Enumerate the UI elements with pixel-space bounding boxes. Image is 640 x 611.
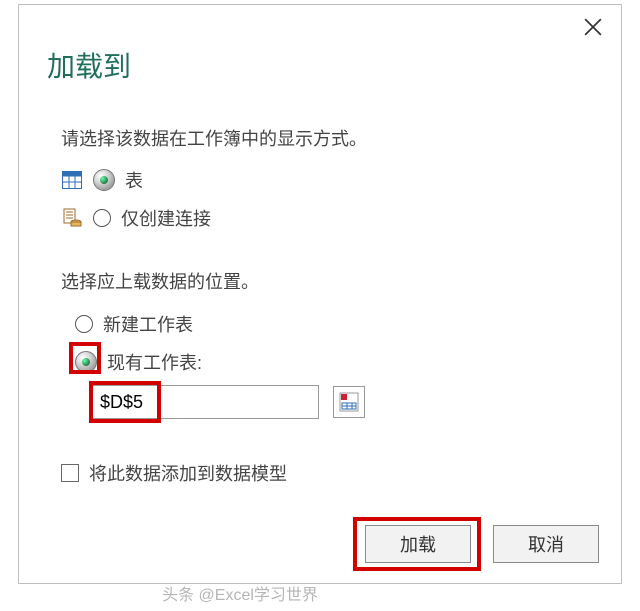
range-picker-icon (339, 392, 359, 412)
table-radio[interactable] (93, 169, 115, 191)
existing-sheet-radio[interactable] (75, 351, 97, 373)
new-sheet-radio[interactable] (75, 315, 93, 333)
display-mode-prompt: 请选择该数据在工作簿中的显示方式。 (61, 125, 367, 151)
add-to-model-row[interactable]: 将此数据添加到数据模型 (61, 460, 287, 486)
option-table-label: 表 (125, 167, 143, 193)
option-existing-sheet-row[interactable]: 现有工作表: (75, 349, 202, 375)
add-to-model-label: 将此数据添加到数据模型 (89, 460, 287, 486)
close-icon (584, 18, 602, 36)
watermark-text: 头条 @Excel学习世界 (0, 581, 480, 605)
option-existing-sheet-label: 现有工作表: (107, 349, 202, 375)
option-new-sheet-label: 新建工作表 (103, 311, 193, 337)
close-button[interactable] (579, 13, 607, 41)
cell-reference-input[interactable] (91, 385, 319, 419)
connection-radio[interactable] (93, 209, 111, 227)
dialog-title: 加载到 (47, 45, 131, 85)
range-picker-button[interactable] (333, 386, 365, 418)
option-new-sheet-row[interactable]: 新建工作表 (75, 311, 193, 337)
cell-reference-row (91, 385, 365, 419)
option-table-row[interactable]: 表 (61, 167, 143, 193)
table-icon (61, 169, 83, 191)
add-to-model-checkbox[interactable] (61, 464, 79, 482)
connection-icon (61, 207, 83, 229)
load-to-dialog: 加载到 请选择该数据在工作簿中的显示方式。 表 (18, 4, 622, 584)
option-connection-label: 仅创建连接 (121, 205, 211, 231)
load-button[interactable]: 加载 (365, 525, 471, 563)
cancel-button[interactable]: 取消 (493, 525, 599, 563)
location-prompt: 选择应上载数据的位置。 (61, 268, 259, 294)
option-connection-row[interactable]: 仅创建连接 (61, 205, 211, 231)
